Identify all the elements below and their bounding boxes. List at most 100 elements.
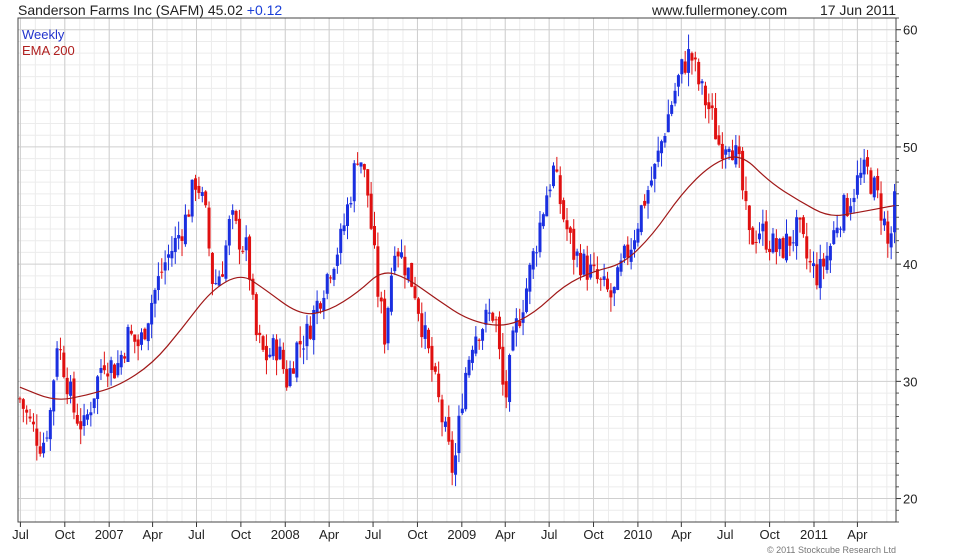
candle-down	[805, 236, 809, 259]
candle-down	[744, 191, 748, 202]
candle-up	[126, 326, 130, 362]
candle-up	[835, 227, 839, 234]
candle-down	[866, 157, 870, 167]
candle-up	[109, 360, 113, 373]
x-tick-label: 2008	[271, 527, 300, 542]
candle-up	[889, 233, 893, 248]
candle-up	[349, 203, 353, 205]
x-tick-label: Apr	[319, 527, 340, 542]
candle-up	[700, 81, 704, 84]
candle-up	[200, 192, 204, 196]
candle-up	[514, 318, 518, 333]
candle-up	[227, 218, 231, 246]
x-tick-label: Oct	[759, 527, 780, 542]
candle-down	[281, 349, 285, 370]
candle-up	[818, 258, 822, 289]
candle-up	[882, 218, 886, 226]
candle-up	[315, 300, 319, 314]
candle-down	[329, 277, 333, 279]
candle-up	[646, 190, 650, 204]
x-tick-label: Oct	[231, 527, 252, 542]
candle-down	[35, 428, 39, 446]
candle-up	[602, 276, 606, 280]
candle-down	[197, 185, 201, 193]
candle-down	[494, 319, 498, 321]
candle-up	[359, 162, 363, 167]
candle-up	[757, 233, 761, 240]
candle-up	[653, 163, 657, 179]
candle-up	[666, 114, 670, 133]
candle-up	[761, 223, 765, 232]
candle-down	[737, 146, 741, 155]
candle-up	[842, 195, 846, 231]
candle-up	[454, 455, 458, 475]
candle-down	[221, 274, 225, 277]
candle-down	[683, 61, 687, 73]
candle-down	[558, 175, 562, 205]
candle-down	[133, 334, 137, 342]
candle-down	[697, 61, 701, 85]
candle-up	[687, 49, 691, 73]
candle-down	[194, 178, 198, 190]
candle-down	[356, 163, 360, 165]
x-tick-label: Apr	[142, 527, 163, 542]
x-tick-label: 2007	[95, 527, 124, 542]
candle-down	[261, 336, 265, 350]
candle-up	[535, 252, 539, 254]
candle-down	[234, 210, 238, 221]
candle-up	[217, 276, 221, 286]
candle-down	[258, 332, 262, 336]
candle-up	[92, 398, 96, 409]
candle-down	[788, 236, 792, 246]
candle-up	[460, 408, 464, 414]
candle-down	[869, 170, 873, 194]
x-tick-label: Oct	[55, 527, 76, 542]
candle-up	[508, 355, 512, 403]
candle-up	[45, 437, 49, 439]
candle-up	[55, 348, 59, 377]
candle-down	[248, 236, 252, 280]
candle-down	[447, 417, 451, 442]
candle-up	[288, 368, 292, 387]
candle-down	[808, 260, 812, 263]
candle-down	[768, 248, 772, 253]
candle-up	[156, 276, 160, 291]
candle-down	[298, 340, 302, 345]
candle-up	[443, 421, 447, 427]
candle-up	[663, 136, 667, 143]
candle-up	[82, 415, 86, 426]
candle-down	[376, 246, 380, 297]
candle-down	[504, 381, 508, 398]
candle-up	[167, 254, 171, 258]
candle-down	[275, 339, 279, 361]
candle-down	[491, 312, 495, 321]
candle-down	[31, 421, 35, 425]
candle-up	[778, 238, 782, 250]
candle-up	[332, 268, 336, 280]
candle-up	[551, 165, 555, 187]
candle-down	[204, 191, 208, 206]
x-tick-label: Oct	[407, 527, 428, 542]
candle-down	[207, 207, 211, 249]
candle-down	[112, 364, 116, 379]
candle-down	[362, 164, 366, 170]
candle-up	[190, 179, 194, 217]
candle-up	[139, 332, 143, 345]
y-tick-label: 40	[903, 257, 917, 272]
candle-up	[244, 237, 248, 251]
candle-down	[585, 255, 589, 280]
candle-down	[822, 258, 826, 267]
candle-up	[305, 323, 309, 347]
candle-down	[264, 345, 268, 361]
legend-weekly: Weekly	[22, 27, 65, 42]
y-tick-label: 30	[903, 374, 917, 389]
candle-down	[754, 241, 758, 243]
candle-up	[322, 297, 326, 312]
candle-up	[335, 254, 339, 266]
candle-down	[416, 298, 420, 314]
candle-up	[649, 180, 653, 186]
candle-down	[815, 264, 819, 286]
candle-up	[771, 233, 775, 253]
x-tick-label: Jul	[12, 527, 29, 542]
candle-down	[430, 345, 434, 371]
